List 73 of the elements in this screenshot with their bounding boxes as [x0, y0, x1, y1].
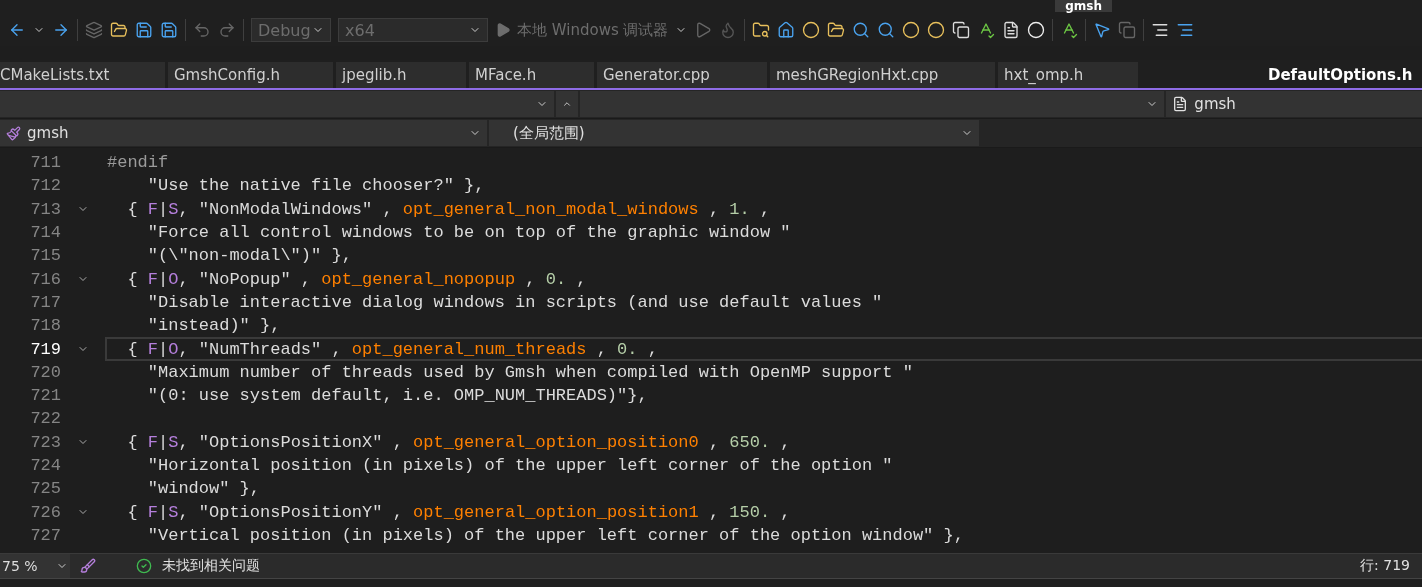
- code-line: "Horizontal position (in pixels) of the upper left corner of the option ": [146, 456, 893, 475]
- line-number: 714: [29, 223, 61, 243]
- home-icon[interactable]: [776, 21, 795, 39]
- line-number: 718: [29, 316, 61, 336]
- code-line: { F|S, "OptionsPositionY" , opt_general_option_position1 , 150. ,: [126, 502, 791, 522]
- play-icon: [495, 22, 511, 38]
- code-line: { F|S, "OptionsPositionX" , opt_general_option_position0 , 650. ,: [126, 432, 791, 452]
- scope-dropdown[interactable]: (全局范围): [489, 120, 979, 146]
- indent-icon[interactable]: [1150, 21, 1169, 39]
- code-line: { F|S, "NonModalWindows" , opt_general_non_modal_windows , 1. ,: [126, 199, 771, 219]
- folder-icon[interactable]: [826, 21, 845, 39]
- code-line: #endif: [107, 153, 169, 173]
- project-icon: [6, 125, 21, 141]
- file-icon[interactable]: [1001, 21, 1020, 39]
- code-line: "Maximum number of threads used by Gmsh when compiled with OpenMP support ": [146, 362, 913, 382]
- line-number: 717: [29, 292, 61, 312]
- line-number: 720: [29, 362, 61, 382]
- circle-icon[interactable]: [901, 21, 920, 39]
- code-line: "Use the native file chooser?" },: [146, 176, 485, 196]
- project-dropdown[interactable]: gmsh: [0, 120, 487, 146]
- line-number: 712: [29, 176, 61, 196]
- redo-icon[interactable]: [218, 21, 236, 39]
- file-icon: [1172, 96, 1189, 112]
- project-dropdown[interactable]: gmsh: [1166, 91, 1422, 117]
- file-tab[interactable]: meshGRegionHxt.cpp: [770, 62, 995, 88]
- line-number: 721: [29, 386, 61, 406]
- issues-status[interactable]: 未找到相关问题: [162, 557, 260, 575]
- line-position[interactable]: 行: 719: [1360, 557, 1410, 575]
- brush-icon[interactable]: [80, 558, 96, 574]
- file-tab[interactable]: MFace.h: [469, 62, 594, 88]
- code-line: "(\"non-modal\")" },: [146, 246, 352, 266]
- search-icon[interactable]: [876, 21, 895, 39]
- line-number: 719: [29, 339, 61, 359]
- folder-search-icon[interactable]: [751, 21, 770, 39]
- circle-icon[interactable]: [801, 21, 820, 39]
- file-tab[interactable]: jpeglib.h: [336, 62, 466, 88]
- code-line: "Disable interactive dialog windows in scripts (and use default values ": [146, 292, 883, 312]
- code-line: { F|O, "NumThreads" , opt_general_num_threads , 0. ,: [126, 339, 658, 359]
- code-line: "window" },: [146, 479, 261, 499]
- file-tab[interactable]: GmshConfig.h: [168, 62, 333, 88]
- code-line: "(0: use system default, i.e. OMP_NUM_THREADS)"},: [146, 386, 648, 406]
- check-icon: [136, 558, 152, 574]
- forward-icon[interactable]: [52, 21, 70, 39]
- file-tab[interactable]: CMakeLists.txt: [0, 62, 165, 88]
- line-number: 711: [29, 153, 61, 173]
- save-icon[interactable]: [135, 21, 153, 39]
- file-tab[interactable]: hxt_omp.h: [998, 62, 1138, 88]
- line-number: 716: [29, 269, 61, 289]
- layers-icon[interactable]: [85, 21, 103, 39]
- line-number: 722: [29, 409, 61, 429]
- code-line: "Vertical position (in pixels) of the upper left corner of the option window" },: [146, 525, 964, 545]
- circle-icon[interactable]: [926, 21, 945, 39]
- code-line: { F|O, "NoPopup" , opt_general_nopopup , 0. ,: [126, 269, 587, 289]
- line-number: 726: [29, 502, 61, 522]
- line-number: 715: [29, 246, 61, 266]
- open-folder-icon[interactable]: [110, 21, 128, 39]
- line-number: 723: [29, 432, 61, 452]
- outdent-icon[interactable]: [1175, 21, 1194, 39]
- window-title: gmsh: [1055, 0, 1112, 12]
- code-line: "instead)" },: [146, 316, 281, 336]
- undo-icon[interactable]: [193, 21, 211, 39]
- line-number: 724: [29, 456, 61, 475]
- pointer-icon[interactable]: [1092, 21, 1111, 39]
- save-all-icon[interactable]: [160, 21, 178, 39]
- back-icon[interactable]: [8, 21, 26, 39]
- code-line: "Force all control windows to be on top of the graphic window ": [146, 223, 791, 243]
- line-number: 725: [29, 479, 61, 499]
- line-number: 713: [29, 199, 61, 219]
- search-icon[interactable]: [851, 21, 870, 39]
- copy-icon[interactable]: [951, 21, 970, 39]
- zoom-dropdown[interactable]: 75 %: [0, 554, 70, 578]
- file-tab[interactable]: Generator.cpp: [597, 62, 767, 88]
- line-number: 727: [29, 525, 61, 545]
